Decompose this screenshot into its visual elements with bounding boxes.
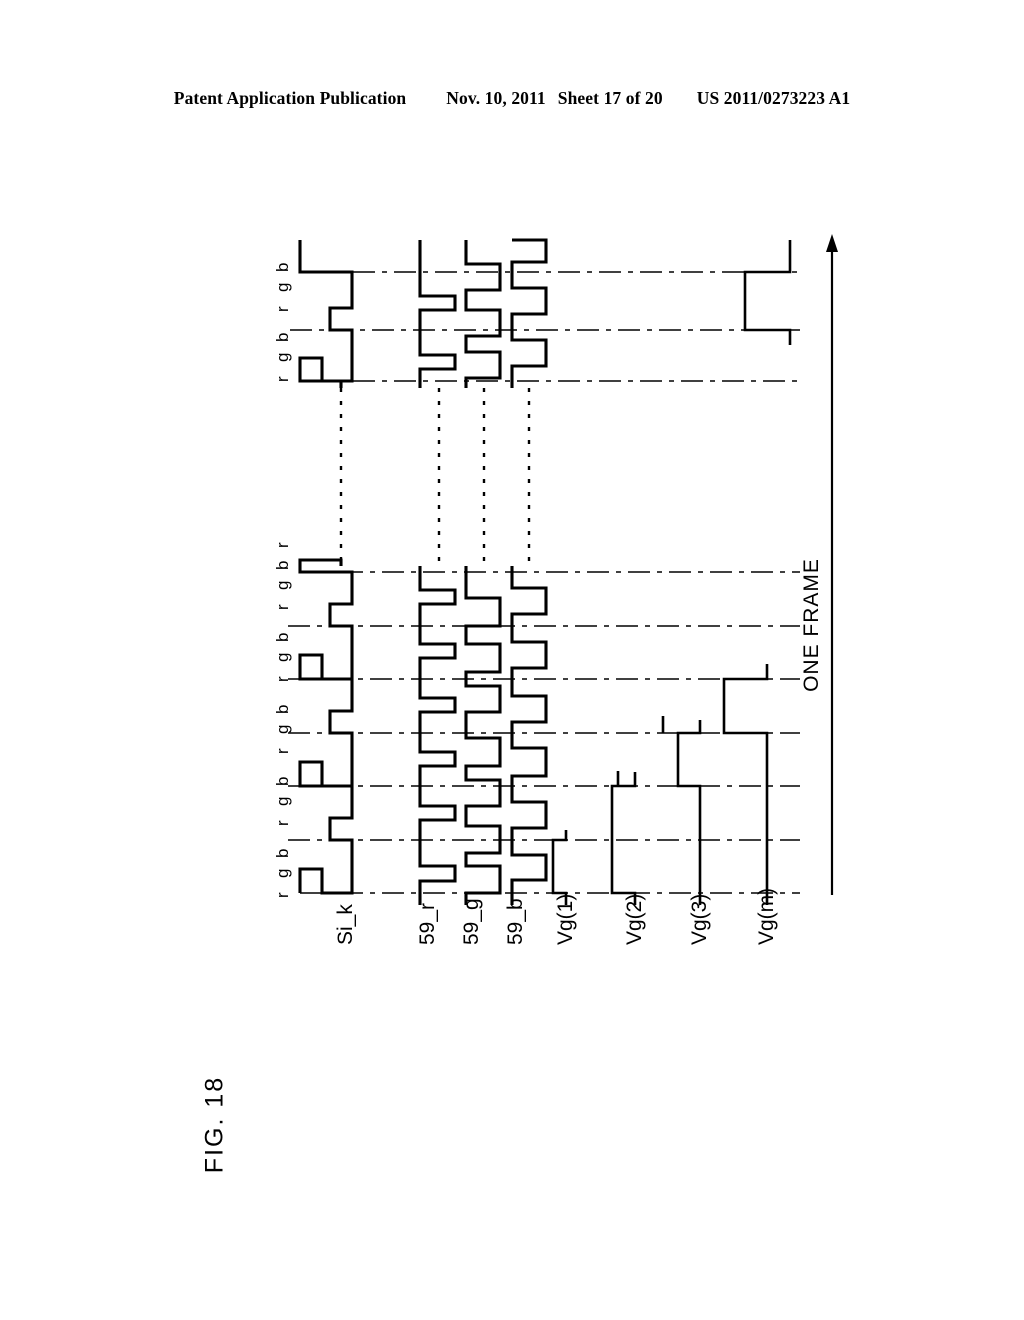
rgb-label-b: b (273, 777, 292, 786)
signal-label-vg-3: Vg(3) (688, 894, 711, 945)
rgb-label-r: r (273, 676, 292, 682)
waveform-59g-lower (464, 566, 502, 905)
rgb-label-g: g (273, 653, 292, 662)
rgb-label-r: r (273, 820, 292, 826)
signal-label-vg-2: Vg(2) (623, 894, 646, 945)
waveform-si-k-upper (298, 240, 354, 388)
figure-drawing: ONE FRAME Si_k 59_r 59_g 59_b Vg(1) Vg(2… (0, 0, 1024, 1320)
waveform-59r-upper (418, 240, 457, 388)
continuation-ellipsis (339, 388, 531, 566)
rgb-label-g: g (273, 725, 292, 734)
signal-label-si-k: Si_k (334, 904, 357, 945)
rgb-label-b: b (273, 561, 292, 570)
rgb-label-g: g (273, 353, 292, 362)
waveform-si-k-lower (298, 558, 354, 895)
rgb-label-group-lower: r g b r g b r g b r g b r g b r (273, 542, 292, 898)
rgb-label-trailing-r: r (273, 542, 292, 548)
one-frame-label: ONE FRAME (800, 558, 823, 692)
rgb-label-r: r (273, 892, 292, 898)
signal-label-vg-m: Vg(m) (755, 888, 778, 945)
signal-label-group: Si_k 59_r 59_g 59_b Vg(1) Vg(2) Vg(3) Vg… (334, 888, 778, 945)
rgb-label-g: g (273, 283, 292, 292)
one-frame-label-text: ONE FRAME (800, 558, 823, 692)
waveform-59g-upper (464, 240, 502, 388)
rgb-label-r: r (273, 604, 292, 610)
waveform-vgm-upper (743, 240, 792, 345)
rgb-label-g: g (273, 581, 292, 590)
rgb-label-b: b (273, 633, 292, 642)
one-frame-arrow (826, 234, 838, 895)
rgb-label-r: r (273, 748, 292, 754)
waveform-59r-lower (418, 566, 457, 905)
rgb-label-r: r (273, 376, 292, 382)
waveform-59b-upper (510, 238, 548, 388)
signal-label-59-g: 59_g (460, 898, 483, 945)
waveform-vgm-lower (722, 664, 769, 905)
rgb-label-b: b (273, 849, 292, 858)
rgb-label-group-upper: r g b r g b (273, 263, 292, 382)
waveform-vg2 (610, 771, 637, 905)
signal-label-59-b: 59_b (504, 898, 527, 945)
rgb-label-g: g (273, 797, 292, 806)
signal-label-59-r: 59_r (416, 903, 439, 945)
waveform-59b-lower (510, 566, 548, 905)
rgb-label-g: g (273, 869, 292, 878)
signal-label-vg-1: Vg(1) (554, 894, 577, 945)
rgb-label-b: b (273, 263, 292, 272)
rgb-label-r: r (273, 306, 292, 312)
rgb-label-b: b (273, 705, 292, 714)
rgb-label-b: b (273, 333, 292, 342)
waveform-vg3 (661, 716, 702, 905)
